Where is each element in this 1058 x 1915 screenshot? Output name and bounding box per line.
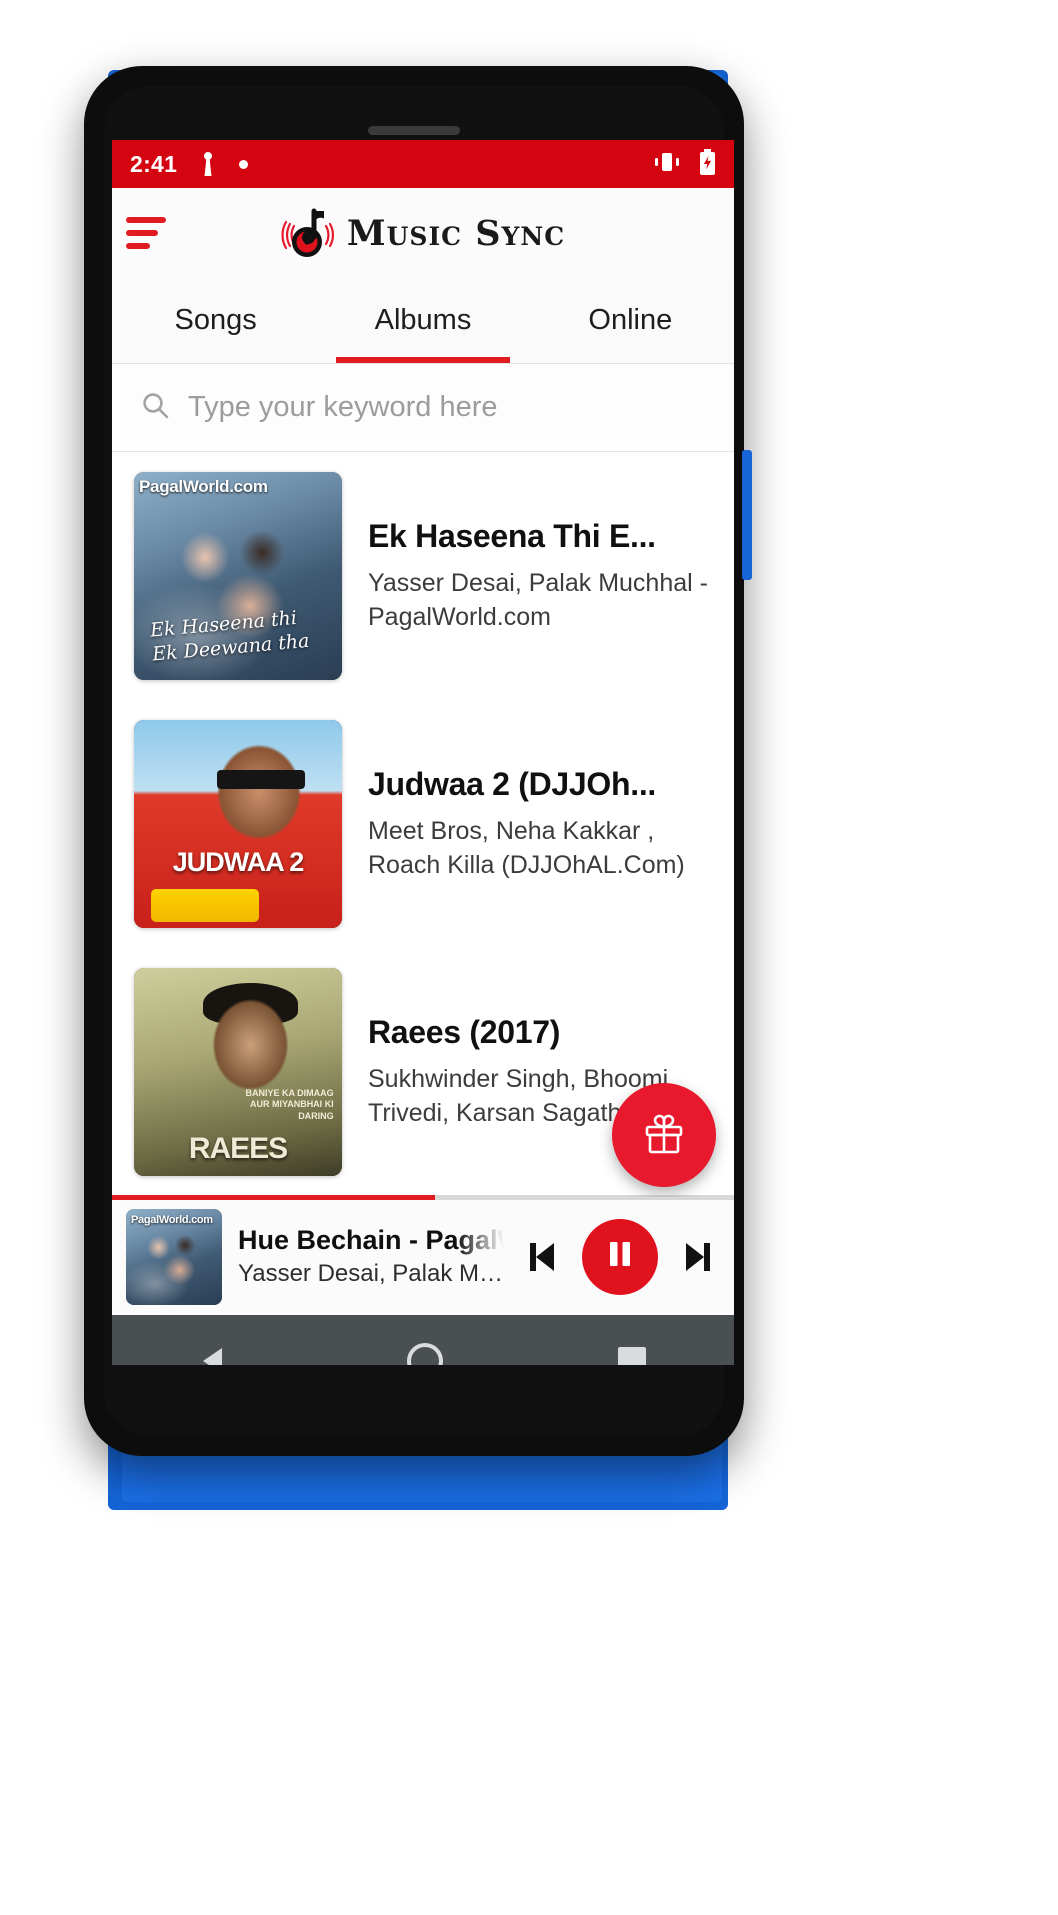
tab-bar: Songs Albums Online — [112, 278, 734, 364]
android-recents-icon[interactable] — [612, 1341, 652, 1365]
gift-icon — [639, 1108, 689, 1163]
hamburger-menu-icon[interactable] — [126, 217, 170, 249]
tab-albums[interactable]: Albums — [319, 278, 526, 363]
status-bar-clock: 2:41 — [130, 150, 178, 177]
album-art-raees: BANIYE KA DIMAAG AUR MIYANBHAI KI DARING… — [134, 968, 342, 1176]
player-album-art: PagalWorld.com — [126, 1208, 222, 1305]
search-icon — [140, 390, 170, 425]
album-title: Ek Haseena Thi E... — [368, 517, 656, 554]
album-art-caption: BANIYE KA DIMAAG AUR MIYANBHAI KI DARING — [245, 1088, 334, 1121]
search-bar[interactable] — [112, 364, 734, 452]
phone-side-button[interactable] — [742, 450, 752, 580]
list-item[interactable]: PagalWorld.com Ek Haseena thi Ek Deewana… — [112, 452, 734, 700]
album-list[interactable]: PagalWorld.com Ek Haseena thi Ek Deewana… — [112, 452, 734, 1197]
status-bar: 2:41 — [112, 140, 734, 188]
skip-next-icon[interactable] — [672, 1233, 720, 1281]
search-input[interactable] — [188, 391, 706, 424]
pause-icon — [603, 1237, 637, 1276]
status-bar-right-icons — [653, 148, 716, 180]
tab-online[interactable]: Online — [527, 278, 734, 363]
app-bar: Music Sync — [112, 188, 734, 278]
player-meta: Hue Bechain - PagalWo Yasser Desai, Pala… — [238, 1225, 504, 1288]
album-art-script: RAEES — [188, 1131, 288, 1165]
pause-button[interactable] — [582, 1218, 658, 1295]
player-track-title: Hue Bechain - PagalWo — [238, 1225, 504, 1255]
music-note-record-logo-icon — [281, 204, 339, 262]
vibrate-icon — [653, 151, 681, 178]
album-meta: Ek Haseena Thi E... Yasser Desai, Palak … — [368, 518, 716, 635]
earpiece-speaker — [368, 126, 460, 135]
screenshot-stage: 2:41 Music Sync Songs Albums Online Type… — [0, 0, 1058, 1915]
player-controls — [520, 1218, 720, 1295]
album-title: Raees (2017) — [368, 1013, 561, 1050]
battery-charging-icon — [699, 148, 716, 180]
gift-fab-button[interactable] — [612, 1083, 716, 1187]
mini-player[interactable]: PagalWorld.com Hue Bechain - PagalWo Yas… — [112, 1195, 734, 1315]
phone-screen: 2:41 Music Sync Songs Albums Online Type… — [112, 140, 734, 1365]
app-brand: Music Sync — [281, 204, 565, 262]
album-art-judwaa-2: JUDWAA 2 — [134, 720, 342, 928]
android-back-icon[interactable] — [194, 1339, 238, 1365]
album-meta: Judwaa 2 (DJJOh... Meet Bros, Neha Kakka… — [368, 766, 716, 883]
album-artists: Yasser Desai, Palak Muchhal - PagalWorld… — [368, 568, 708, 631]
skip-previous-icon[interactable] — [520, 1233, 568, 1281]
android-navigation-bar — [112, 1315, 734, 1365]
album-art-ek-haseena-thi: PagalWorld.com Ek Haseena thi Ek Deewana… — [134, 472, 342, 680]
app-title: Music Sync — [346, 212, 566, 254]
tab-songs[interactable]: Songs — [112, 278, 319, 363]
android-home-icon[interactable] — [402, 1338, 448, 1365]
dot-indicator-icon — [239, 159, 249, 169]
album-artists: Meet Bros, Neha Kakkar , Roach Killa (DJ… — [368, 816, 685, 879]
player-track-artists: Yasser Desai, Palak Muchhal ... — [238, 1260, 504, 1287]
list-item[interactable]: JUDWAA 2 Judwaa 2 (DJJOh... Meet Bros, N… — [112, 700, 734, 948]
notification-icon — [199, 151, 217, 177]
album-title: Judwaa 2 (DJJOh... — [368, 765, 657, 802]
album-art-script: JUDWAA 2 — [172, 847, 305, 878]
playback-progress-bar[interactable] — [112, 1195, 734, 1200]
